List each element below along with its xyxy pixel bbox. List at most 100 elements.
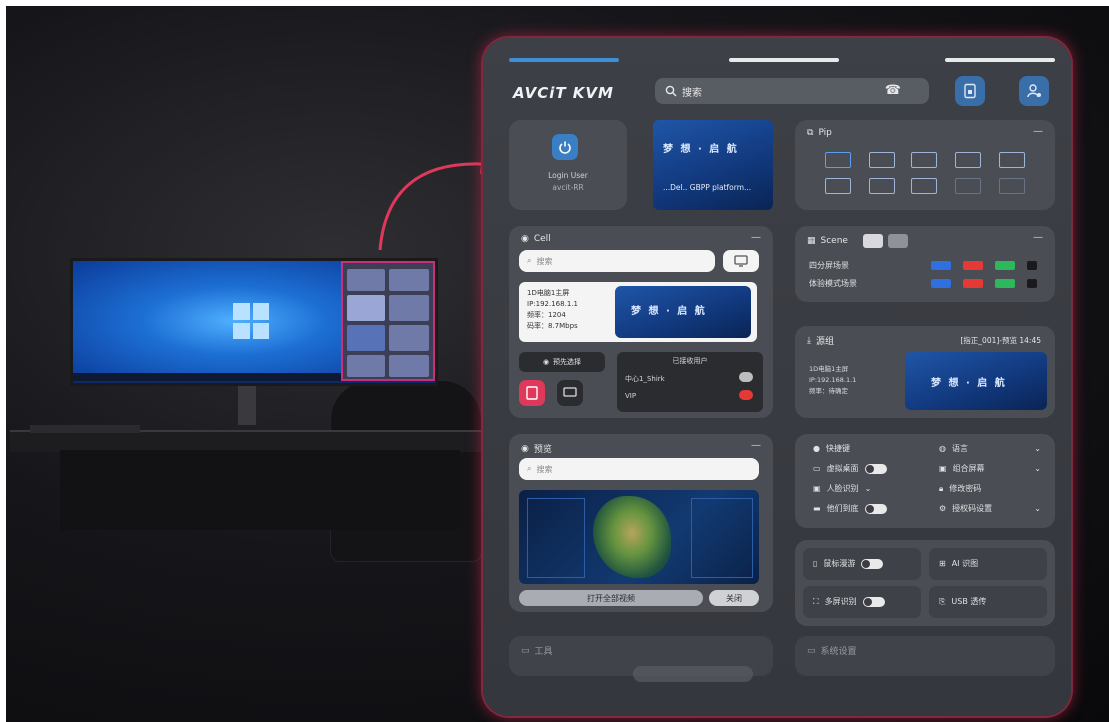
setting-other[interactable]: ▬ 他们到底 — [813, 503, 887, 514]
layout-dim1-icon[interactable] — [955, 178, 981, 194]
monitor-icon — [734, 255, 748, 267]
bottom-handle[interactable] — [633, 666, 753, 682]
windows-desktop — [73, 261, 341, 381]
desk — [10, 430, 500, 452]
screen-icon: ▣ — [939, 464, 947, 473]
kvm-panel-preview — [341, 261, 435, 381]
layout-corner-icon[interactable] — [869, 178, 895, 194]
source-card: ⤓ 源组 [指正_001]-预览 14:45 1D电脑1主屏 IP:192.168… — [795, 326, 1055, 418]
eye-icon: ◉ — [542, 358, 550, 366]
face-icon: ▣ — [813, 484, 821, 493]
chevron-down-icon: ⌄ — [864, 484, 872, 493]
document-icon — [526, 386, 538, 400]
gear-icon: ⚙ — [939, 504, 947, 513]
app-logo: AVCiT KVM — [513, 84, 614, 102]
preview-thumbnail[interactable]: 梦 想 · 启 航 ...Del.. GBPP platform... — [653, 120, 773, 210]
scene-title: Scene — [820, 236, 848, 246]
received-users-panel: 已接收用户 中心1_Shirk VIP — [617, 352, 763, 412]
lock-icon: 🔒︎ — [939, 483, 944, 493]
source-thumbnail[interactable]: 梦 想 · 启 航 — [905, 352, 1047, 410]
tool-mouse-label-row: ▯ 鼠标漫游 — [813, 558, 884, 569]
user-status-dot[interactable] — [739, 372, 753, 382]
monitor-button[interactable] — [723, 250, 759, 272]
setting-virtual-desktop[interactable]: ▭ 虚拟桌面 — [813, 463, 887, 474]
layout-dim2-icon[interactable] — [999, 178, 1025, 194]
scene-row-1[interactable]: 四分屏场景 — [809, 260, 1043, 271]
setting-label: 语言 — [951, 444, 968, 453]
layout-side-icon[interactable] — [955, 152, 981, 168]
source-info: 1D电脑1主屏 IP:192.168.1.1 频率：待确定 — [809, 364, 856, 397]
globe-icon: ◍ — [939, 444, 946, 453]
layout-pip-icon[interactable] — [911, 152, 937, 168]
tool-label: USB 透传 — [951, 597, 987, 606]
scene-background: AVCiT KVM 搜索 ☎ Login User avcit-RR 梦 想 ·… — [0, 0, 1109, 722]
source-meta: [指正_001]-预览 14:45 — [960, 336, 1041, 345]
collapse-icon[interactable]: — — [751, 440, 761, 451]
monitor-header: ◉ 预览 — [521, 442, 552, 456]
phone-icon[interactable]: ☎ — [885, 83, 901, 98]
map-dashboard-preview[interactable] — [519, 490, 759, 584]
user-settings-button[interactable] — [1019, 76, 1049, 106]
keyboard — [30, 425, 140, 433]
layout-corner2-icon[interactable] — [911, 178, 937, 194]
pip-icon: ⧉ — [807, 128, 814, 138]
virtual-desktop-toggle[interactable] — [864, 463, 887, 474]
stats-panel — [691, 498, 753, 578]
layout-grid-icon[interactable] — [999, 152, 1025, 168]
power-icon[interactable] — [552, 134, 578, 160]
scene-row-2[interactable]: 体验模式场景 — [809, 278, 1043, 289]
cell-thumbnail[interactable]: 梦 想 · 启 航 — [615, 286, 751, 338]
close-button[interactable]: 关闭 — [709, 590, 759, 606]
user-remove-dot[interactable] — [739, 390, 753, 400]
tab-3[interactable] — [945, 58, 1055, 62]
mouse-roaming-toggle[interactable] — [861, 558, 884, 569]
screen-lock-button[interactable] — [955, 76, 985, 106]
other-toggle[interactable] — [864, 503, 887, 514]
user-gear-icon — [1027, 84, 1041, 98]
tool-usb-label-row: ⎘ USB 透传 — [939, 596, 986, 607]
setting-shortcut[interactable]: ● 快捷键 — [813, 443, 850, 454]
scan-icon: ⛶ — [813, 596, 819, 606]
cell-card: ◉ Cell — ⌕ 搜索 1D电脑1主屏 IP:192.168.1.1 频率：12… — [509, 226, 773, 418]
stats-panel — [527, 498, 585, 578]
setting-face-id[interactable]: ▣ 人脸识别 ⌄ — [813, 483, 871, 494]
mouse-icon: ▯ — [813, 559, 818, 568]
settings-icon: ▭ — [807, 645, 816, 656]
collapse-icon[interactable]: — — [751, 232, 761, 243]
scene-add-button[interactable] — [862, 234, 883, 248]
layout-quad-icon[interactable] — [869, 152, 895, 168]
layout-split-icon[interactable] — [825, 178, 851, 194]
tab-1[interactable] — [509, 58, 619, 62]
setting-combine-screen[interactable]: ▣ 组合屏幕 ⌄ — [939, 463, 1041, 474]
map-region — [593, 496, 671, 578]
login-title: Login User — [548, 171, 588, 180]
scene-edit-button[interactable] — [887, 234, 908, 248]
collapse-icon[interactable]: — — [1033, 232, 1043, 243]
monitor-card: ◉ 预览 — ⌕ 搜索 打开全部视频 关闭 — [509, 434, 773, 612]
open-all-videos-button[interactable]: 打开全部视频 — [519, 590, 703, 606]
footer-card-right[interactable]: ▭ 系统设置 — [795, 636, 1055, 676]
multi-screen-toggle[interactable] — [862, 596, 885, 607]
red-action-button[interactable] — [519, 380, 545, 406]
setting-label: 快捷键 — [825, 444, 850, 453]
desk-shadow — [60, 450, 460, 530]
cell-search-input[interactable]: ⌕ 搜索 — [519, 250, 715, 272]
image-border — [0, 0, 1109, 6]
info-line: 频率：待确定 — [809, 387, 848, 395]
monitor-icon: ▭ — [521, 645, 530, 656]
setting-language[interactable]: ◍ 语言 ⌄ — [939, 443, 1041, 454]
tab-2[interactable] — [729, 58, 839, 62]
screen-button[interactable] — [557, 380, 583, 406]
login-card[interactable]: Login User avcit-RR — [509, 120, 627, 210]
footer-right-header: ▭ 系统设置 — [807, 644, 857, 658]
monitor-search-input[interactable]: ⌕ 搜索 — [519, 458, 759, 480]
layout-single-icon[interactable] — [825, 152, 851, 168]
tool-label: AI 识图 — [951, 559, 979, 568]
preselect-button[interactable]: ◉ 预先选择 — [519, 352, 605, 372]
setting-license[interactable]: ⚙ 授权码设置 ⌄ — [939, 503, 1041, 514]
setting-label: 授权码设置 — [952, 504, 993, 513]
search-icon — [665, 85, 677, 97]
search-input[interactable]: 搜索 ☎ — [655, 78, 929, 104]
collapse-icon[interactable]: — — [1033, 126, 1043, 137]
setting-change-password[interactable]: 🔒︎ 修改密码 — [939, 483, 981, 494]
